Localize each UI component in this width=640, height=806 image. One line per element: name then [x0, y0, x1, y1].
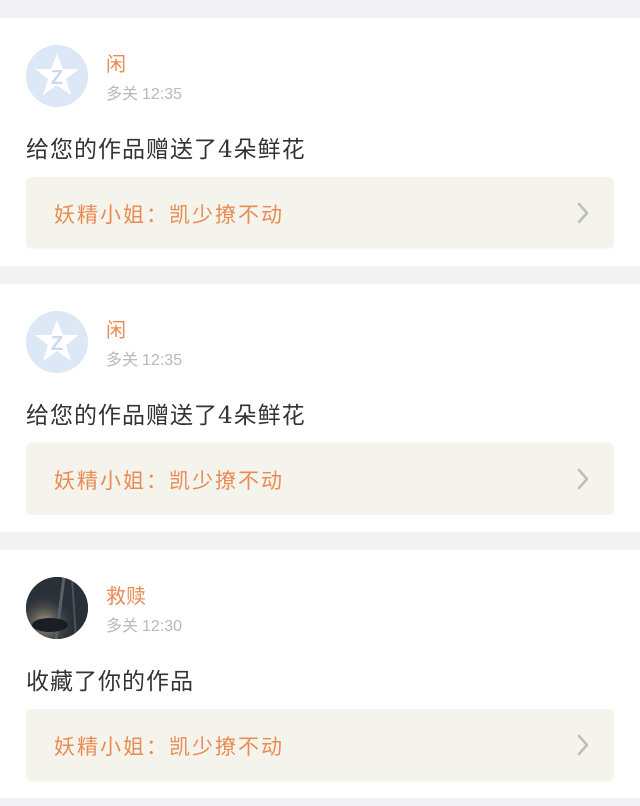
avatar[interactable]: Z [26, 45, 88, 107]
user-tag: 多关 [106, 84, 139, 103]
notification-card[interactable]: Z 闲 多关 12:35 给您的作品赠送了4朵鲜花 妖精小姐：凯少撩不动 [0, 18, 640, 266]
user-tag: 多关 [106, 616, 139, 635]
user-tag: 多关 [106, 350, 139, 369]
notification-card[interactable]: Z 闲 多关 12:35 给您的作品赠送了4朵鲜花 妖精小姐：凯少撩不动 [0, 284, 640, 532]
meta-line: 多关 12:35 [106, 346, 182, 370]
timestamp: 12:30 [142, 618, 183, 635]
notification-message: 给您的作品赠送了4朵鲜花 [26, 403, 306, 429]
svg-text:Z: Z [51, 67, 63, 89]
chevron-right-icon [577, 468, 589, 490]
quoted-work-title: 妖精小姐：凯少撩不动 [54, 203, 284, 227]
chevron-right-icon [577, 202, 589, 224]
user-name[interactable]: 救赎 [106, 580, 146, 609]
chevron-right-icon [577, 734, 589, 756]
qq-z-star-icon: Z [26, 311, 88, 373]
user-name[interactable]: 闲 [106, 314, 126, 343]
user-name[interactable]: 闲 [106, 48, 126, 77]
svg-text:Z: Z [51, 333, 63, 355]
quoted-work-link[interactable]: 妖精小姐：凯少撩不动 [26, 443, 614, 515]
timestamp: 12:35 [142, 352, 183, 369]
qq-z-star-icon: Z [26, 45, 88, 107]
notification-message: 收藏了你的作品 [26, 669, 194, 695]
meta-line: 多关 12:30 [106, 612, 182, 636]
quoted-work-title: 妖精小姐：凯少撩不动 [54, 469, 284, 493]
notification-card[interactable]: 救赎 多关 12:30 收藏了你的作品 妖精小姐：凯少撩不动 [0, 550, 640, 798]
quoted-work-link[interactable]: 妖精小姐：凯少撩不动 [26, 709, 614, 781]
avatar[interactable] [26, 577, 88, 639]
meta-line: 多关 12:35 [106, 80, 182, 104]
avatar[interactable]: Z [26, 311, 88, 373]
notification-message: 给您的作品赠送了4朵鲜花 [26, 137, 306, 163]
timestamp: 12:35 [142, 86, 183, 103]
photo-avatar-icon [26, 577, 88, 639]
quoted-work-title: 妖精小姐：凯少撩不动 [54, 735, 284, 759]
notification-feed: Z 闲 多关 12:35 给您的作品赠送了4朵鲜花 妖精小姐：凯少撩不动 Z 闲 … [0, 0, 640, 806]
quoted-work-link[interactable]: 妖精小姐：凯少撩不动 [26, 177, 614, 249]
